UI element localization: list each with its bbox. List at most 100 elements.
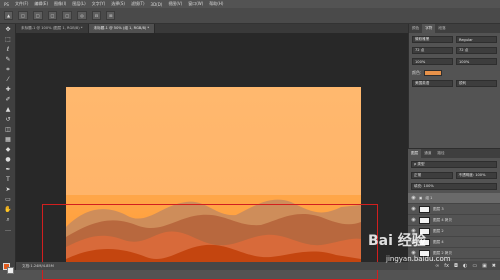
menu-window[interactable]: 窗口(W) (188, 1, 203, 7)
new-layer-icon[interactable]: ▣ (482, 263, 487, 269)
more-tools-icon[interactable]: … (2, 225, 14, 234)
layer-row[interactable]: ◉ 图层 3 (408, 204, 500, 215)
text-color-chip[interactable] (424, 69, 443, 76)
visibility-eye-icon[interactable]: ◉ (411, 206, 416, 212)
pen-tool-icon[interactable]: ✒ (2, 165, 14, 174)
option-7[interactable]: ⊞ (106, 11, 116, 20)
font-style-select[interactable]: Regular (456, 36, 497, 43)
layers-panel: 图层 通道 路径 ρ 类型 正常 不透明度: 100% 填充: 100% ◉ ▣… (408, 148, 500, 270)
adjustment-layer-icon[interactable]: ◐ (463, 263, 467, 269)
tab-character[interactable]: 字符 (422, 24, 436, 33)
brush-tool-icon[interactable]: ✐ (2, 95, 14, 104)
font-family-select[interactable]: 微软雅黑 (412, 36, 453, 43)
font-size-field[interactable]: 72 点 (412, 47, 453, 54)
tab-document-2[interactable]: 未标题-1 @ 50% (组 1, RGB/8) * (88, 24, 156, 33)
layer-style-icon[interactable]: fx (444, 263, 449, 269)
document-area[interactable] (16, 33, 408, 280)
menu-type[interactable]: 文字(Y) (92, 1, 106, 7)
shape-tool-icon[interactable]: ▭ (2, 195, 14, 204)
options-bar: ▲ □ □ □ □ ◎ ⊟ ⊞ (0, 8, 500, 24)
menu-help[interactable]: 帮助(H) (209, 1, 223, 7)
layer-name: 图层 3 (433, 206, 444, 211)
scale-row: 100% 100% (412, 57, 497, 66)
tab-paths[interactable]: 路径 (434, 149, 447, 158)
zoom-tool-icon[interactable]: ⌕ (2, 215, 14, 224)
history-brush-icon[interactable]: ↺ (2, 115, 14, 124)
menu-3d[interactable]: 3D(D) (151, 2, 163, 7)
tab-paragraph[interactable]: 段落 (435, 24, 448, 33)
gradient-tool-icon[interactable]: ▦ (2, 135, 14, 144)
option-2[interactable]: □ (32, 11, 43, 20)
baidu-watermark-url: jingyan.baidu.com (386, 255, 451, 263)
layer-row[interactable]: ◉ 图层 4 拷贝 (408, 215, 500, 226)
layer-name: 图层 4 (433, 239, 444, 244)
blur-tool-icon[interactable]: ◆ (2, 145, 14, 154)
link-layers-icon[interactable]: ∞ (435, 263, 439, 269)
eraser-tool-icon[interactable]: ◫ (2, 125, 14, 134)
opacity-field[interactable]: 不透明度: 100% (455, 172, 497, 179)
lasso-tool-icon[interactable]: ℓ (2, 45, 14, 54)
visibility-eye-icon[interactable]: ◉ (411, 217, 416, 223)
menu-file[interactable]: 文件(F) (15, 1, 28, 7)
option-3[interactable]: □ (47, 11, 58, 20)
tab-layers[interactable]: 图层 (408, 149, 422, 158)
fill-field[interactable]: 填充: 100% (411, 183, 497, 190)
layer-name: 图层 2 (433, 228, 444, 233)
menu-filter[interactable]: 滤镜(T) (131, 1, 145, 7)
visibility-eye-icon[interactable]: ◉ (411, 195, 416, 201)
layer-name: 图层 4 拷贝 (433, 217, 452, 222)
language-row: 美国英语 锐利 (412, 79, 497, 88)
baidu-watermark-logo: Bai 经验 (368, 233, 426, 249)
menu-image[interactable]: 图像(I) (54, 1, 66, 7)
menu-edit[interactable]: 编辑(E) (34, 1, 48, 7)
stamp-tool-icon[interactable]: ▲ (2, 105, 14, 114)
option-1[interactable]: □ (18, 11, 28, 20)
character-panel-tabs: 颜色 字符 段落 (409, 24, 500, 33)
size-row: 72 点 72 点 (412, 46, 497, 55)
status-doc-size: 文档:1.24M/4.85M (22, 263, 54, 268)
folder-icon: ▣ (419, 196, 423, 200)
horizontal-scale-field[interactable]: 100% (456, 58, 497, 65)
fill-row: 填充: 100% (411, 182, 497, 191)
background-color-swatch[interactable] (7, 267, 14, 274)
menu-layer[interactable]: 图层(L) (72, 1, 85, 7)
healing-tool-icon[interactable]: ✚ (2, 85, 14, 94)
color-label: 颜色: (412, 69, 422, 75)
type-tool-icon[interactable]: T (2, 175, 14, 184)
option-tool-preset[interactable]: ▲ (4, 11, 14, 20)
new-group-icon[interactable]: ▭ (472, 263, 477, 269)
leading-field[interactable]: 72 点 (456, 47, 497, 54)
menu-view[interactable]: 视图(V) (168, 1, 182, 7)
antialias-select[interactable]: 锐利 (456, 80, 497, 87)
quick-select-tool-icon[interactable]: ✎ (2, 55, 14, 64)
tab-channels[interactable]: 通道 (421, 149, 434, 158)
crop-tool-icon[interactable]: ⌗ (2, 65, 14, 74)
layer-thumbnail (419, 205, 430, 213)
option-5[interactable]: ◎ (77, 11, 87, 20)
menu-select[interactable]: 选择(S) (111, 1, 125, 7)
layer-name: 组 1 (425, 195, 433, 200)
layer-filter-row: ρ 类型 (411, 160, 497, 169)
mask-icon[interactable]: ◘ (454, 263, 458, 269)
move-tool-icon[interactable]: ✥ (2, 25, 14, 34)
marquee-tool-icon[interactable]: ⬚ (2, 35, 14, 44)
hand-tool-icon[interactable]: ✋ (2, 205, 14, 214)
delete-layer-icon[interactable]: ✖ (492, 263, 496, 269)
blend-mode-select[interactable]: 正常 (411, 172, 453, 179)
layer-filter-select[interactable]: ρ 类型 (411, 161, 497, 168)
option-4[interactable]: □ (62, 11, 73, 20)
tab-document-1[interactable]: 未标题-1 @ 100% (图层 1, RGB/8) * (16, 24, 89, 33)
document-tabs: 未标题-1 @ 100% (图层 1, RGB/8) * 未标题-1 @ 50%… (16, 24, 408, 33)
eyedropper-tool-icon[interactable]: ⁄ (2, 75, 14, 84)
menu-ps-logo[interactable]: PS (4, 2, 9, 7)
dodge-tool-icon[interactable]: ● (2, 155, 14, 164)
tab-color[interactable]: 颜色 (409, 24, 422, 33)
language-select[interactable]: 美国英语 (412, 80, 453, 87)
layers-panel-tabs: 图层 通道 路径 (408, 149, 500, 158)
path-select-tool-icon[interactable]: ➤ (2, 185, 14, 194)
color-row: 颜色: (412, 68, 497, 77)
tools-panel: ✥ ⬚ ℓ ✎ ⌗ ⁄ ✚ ✐ ▲ ↺ ◫ ▦ ◆ ● ✒ T ➤ ▭ ✋ ⌕ … (0, 24, 16, 274)
vertical-scale-field[interactable]: 100% (412, 58, 453, 65)
option-6[interactable]: ⊟ (91, 11, 102, 20)
layer-row[interactable]: ◉ ▣ 组 1 (408, 193, 500, 204)
